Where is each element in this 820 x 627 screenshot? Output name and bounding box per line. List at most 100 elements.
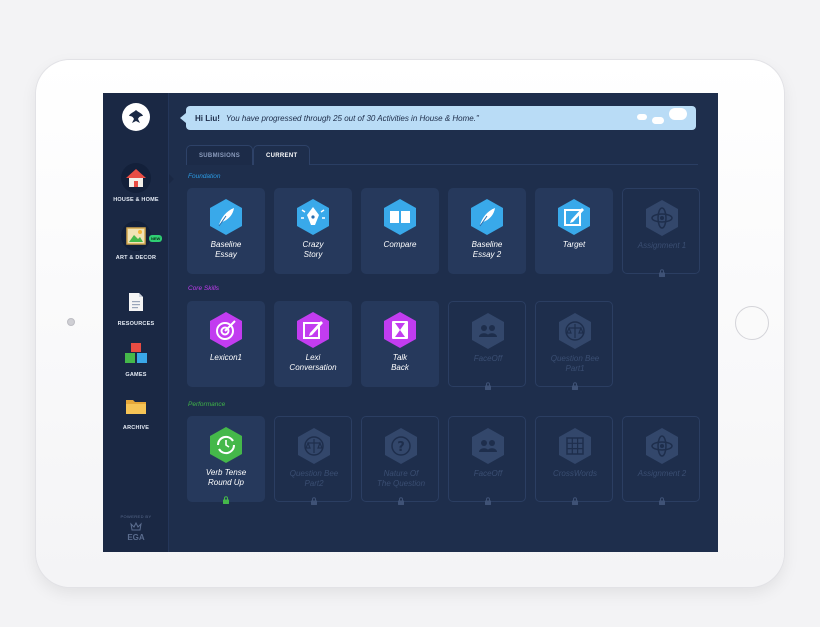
people-icon xyxy=(469,427,507,465)
activity-card[interactable]: Verb Tense Round Up xyxy=(187,416,265,504)
camera-icon xyxy=(67,318,75,326)
hourglass-icon xyxy=(381,311,419,349)
banner-greeting: Hi Liu! xyxy=(195,113,220,123)
activity-title-line: Talk xyxy=(392,353,408,362)
painting-icon xyxy=(121,221,151,251)
tab-label: SUBMISIONS xyxy=(199,152,241,159)
activity-card: Assignment 2 xyxy=(622,416,700,505)
sidebar-item-label: ARCHIVE xyxy=(122,425,150,431)
sidebar-item-archive[interactable]: ARCHIVE xyxy=(103,391,169,431)
activity-title: Question Bee Part1 xyxy=(538,354,612,373)
banner-message: You have progressed through 25 out of 30… xyxy=(225,113,479,123)
activity-card[interactable]: Lexicon1 xyxy=(187,301,265,387)
document-icon xyxy=(121,287,151,317)
target-icon xyxy=(207,311,245,349)
activity-title-line: Round Up xyxy=(207,477,245,487)
activity-title: Lexicon1 xyxy=(189,353,263,363)
lock-icon xyxy=(571,377,579,390)
lock-icon xyxy=(310,492,318,505)
activity-title-line: Essay xyxy=(215,249,237,259)
activity-card: FaceOff xyxy=(448,301,526,390)
lock-icon xyxy=(484,492,492,505)
lock-icon xyxy=(571,492,579,505)
lock-icon xyxy=(658,264,666,277)
activity-title-line: Baseline xyxy=(210,240,242,249)
atom-icon xyxy=(643,199,681,237)
activity-title: Talk Back xyxy=(363,353,437,372)
new-badge: NEW xyxy=(149,235,163,242)
activity-title: Baseline Essay 2 xyxy=(450,240,524,259)
activity-title-line: Assignment 1 xyxy=(637,241,687,250)
sidebar-item-art-decor[interactable]: NEW ART & DECOR xyxy=(103,221,169,261)
sidebar-item-label: GAMES xyxy=(125,372,147,378)
activity-card[interactable]: Compare xyxy=(361,188,439,274)
activity-title-line: Lexicon1 xyxy=(209,353,243,362)
activity-title: Lexi Conversation xyxy=(276,353,350,372)
activity-title-line: Question Bee xyxy=(289,469,339,478)
lock-icon xyxy=(397,492,405,505)
activity-title: Target xyxy=(537,240,611,250)
crossword-icon xyxy=(556,427,594,465)
activity-card[interactable]: Target xyxy=(535,188,613,274)
section-label-foundation: Foundation xyxy=(188,173,221,180)
compare-icon xyxy=(381,198,419,236)
sidebar-item-games[interactable]: GAMES xyxy=(103,338,169,378)
activity-card: Question Bee Part1 xyxy=(535,301,613,390)
activity-title: Compare xyxy=(363,240,437,250)
tab-label: CURRENT xyxy=(266,152,298,159)
home-button[interactable] xyxy=(735,306,769,340)
progress-banner: Hi Liu! You have progressed through 25 o… xyxy=(180,106,696,130)
lock-icon xyxy=(484,377,492,390)
people-icon xyxy=(469,312,507,350)
activity-title-line: The Question xyxy=(376,478,426,488)
activity-title-line: Back xyxy=(391,362,409,372)
brand-name: EGA xyxy=(127,533,145,542)
activity-card[interactable]: Baseline Essay 2 xyxy=(448,188,526,274)
background: HOUSE & HOME NEW ART & DECOR RESOURCES G… xyxy=(0,0,820,627)
activity-card: CrossWords xyxy=(535,416,613,505)
tab-submissions[interactable]: SUBMISIONS xyxy=(186,145,254,165)
activity-title-line: Story xyxy=(303,249,323,259)
folder-icon xyxy=(121,391,151,421)
atom-icon xyxy=(643,427,681,465)
tab-current[interactable]: CURRENT xyxy=(253,145,311,165)
activity-title: Assignment 1 xyxy=(625,241,699,251)
section-label-core-skills: Core Skills xyxy=(188,285,220,292)
unlock-icon xyxy=(222,491,230,504)
cubes-icon xyxy=(121,338,151,368)
activity-title-line: Question Bee xyxy=(550,354,600,363)
house-icon xyxy=(121,163,151,193)
pen-nib-icon xyxy=(294,198,332,236)
eagle-logo-icon[interactable] xyxy=(122,103,150,131)
tab-bar: SUBMISIONS CURRENT xyxy=(186,145,698,165)
activity-title-line: FaceOff xyxy=(473,354,503,363)
cloud-icon xyxy=(669,108,687,120)
activity-card: FaceOff xyxy=(448,416,526,505)
activity-title: Baseline Essay xyxy=(189,240,263,259)
activity-title-line: Assignment 2 xyxy=(637,469,687,478)
quill-icon xyxy=(207,198,245,236)
activity-title-line: Baseline xyxy=(471,240,503,249)
activity-title-line: Lexi xyxy=(305,353,321,362)
edit-square-icon xyxy=(555,198,593,236)
activity-title-line: Nature Of xyxy=(383,469,419,478)
sidebar-item-house-home[interactable]: HOUSE & HOME xyxy=(103,163,174,203)
activity-title: Question Bee Part2 xyxy=(277,469,351,488)
activity-card[interactable]: Crazy Story xyxy=(274,188,352,274)
activity-title-line: Part1 xyxy=(565,363,585,373)
activity-title: FaceOff xyxy=(451,354,525,364)
svg-text:?: ? xyxy=(397,440,405,455)
activity-card: Question Bee Part2 xyxy=(274,416,352,505)
scales-icon xyxy=(295,427,333,465)
activity-card[interactable]: Lexi Conversation xyxy=(274,301,352,387)
activity-title-line: Conversation xyxy=(289,362,337,372)
activity-card[interactable]: Baseline Essay xyxy=(187,188,265,274)
activity-title-line: Part2 xyxy=(304,478,324,488)
activity-title: Crazy Story xyxy=(276,240,350,259)
activity-card: Assignment 1 xyxy=(622,188,700,277)
sidebar-item-label: ART & DECOR xyxy=(115,255,157,261)
sidebar-item-resources[interactable]: RESOURCES xyxy=(103,287,169,327)
activity-title-line: Target xyxy=(562,240,586,249)
activity-title: Verb Tense Round Up xyxy=(189,468,263,487)
activity-card[interactable]: Talk Back xyxy=(361,301,439,387)
